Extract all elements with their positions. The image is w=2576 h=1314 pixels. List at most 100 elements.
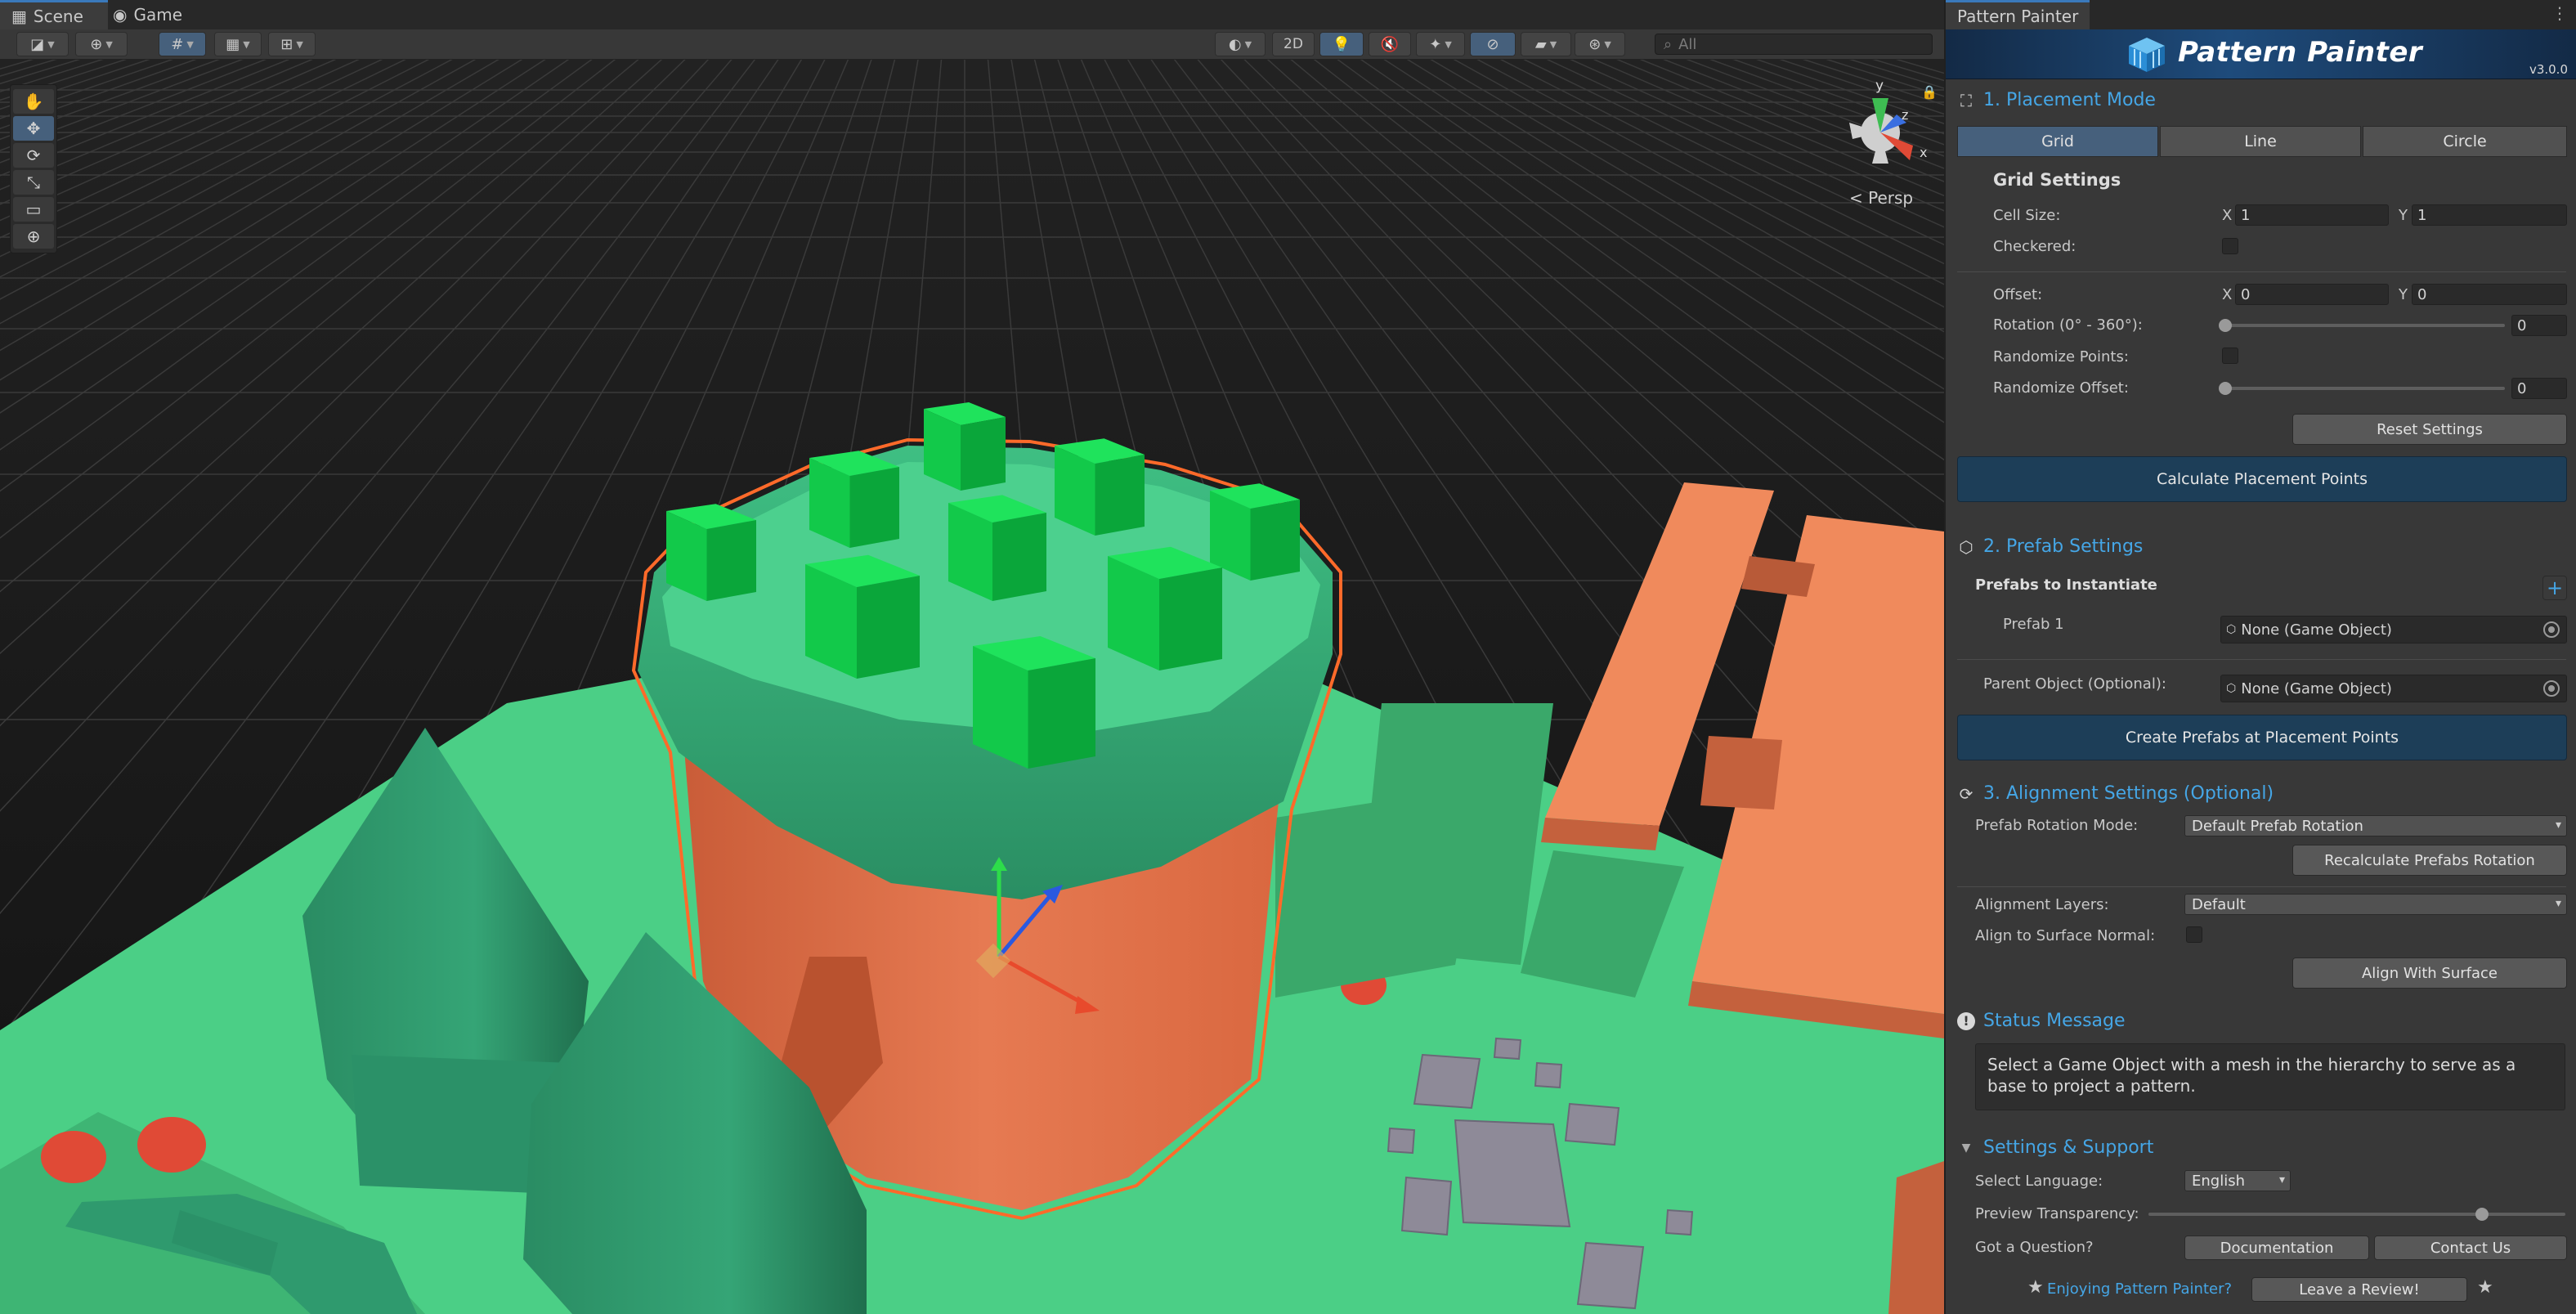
recalculate-rotation-button[interactable]: Recalculate Prefabs Rotation [2292,845,2567,876]
placement-icon: ⛶ [1960,90,1972,110]
chevron-down-icon: ▼ [1549,38,1557,50]
randomize-offset-slider[interactable] [2224,387,2505,390]
kebab-menu-icon[interactable]: ⋮ [2551,3,2568,23]
rotation-mode-dropdown[interactable]: Default Prefab Rotation ▾ [2184,815,2567,836]
scale-tool-button[interactable]: ⤡ [13,170,54,195]
rotation-slider-handle[interactable] [2219,319,2232,332]
rotation-value-field[interactable]: 0 [2511,315,2567,336]
scene-toolbar: ◪ ▼ ⊕ ▼ # ▼ ▦ ▼ ⊞ ▼ ◐ ▼ 2D 💡 🔇 ✦ ▼ ⊘ ▰ ▼ ⊛ ▼ ⌕ Al… [0,29,1944,60]
gizmos-dropdown[interactable]: ⊛ ▼ [1575,32,1625,56]
language-dropdown[interactable]: English ▾ [2184,1170,2291,1191]
audio-toggle[interactable]: 🔇 [1369,32,1411,56]
move-tool-button[interactable]: ✥ [13,116,54,141]
surface-normal-checkbox[interactable] [2186,926,2202,943]
parent-object-field[interactable]: ⬡ None (Game Object) [2220,675,2567,702]
eye-crossed-icon: ⊘ [1486,35,1499,53]
mode-line-button[interactable]: Line [2160,126,2361,157]
randomize-offset-value-field[interactable]: 0 [2511,378,2567,399]
star-icon: ★ [2477,1277,2493,1298]
effects-icon: ✦ [1429,35,1442,53]
preview-cube [809,451,899,548]
object-picker-icon[interactable] [2543,680,2560,697]
tab-scene[interactable]: ▦ Scene [0,0,108,29]
reset-settings-button[interactable]: Reset Settings [2292,414,2567,445]
search-placeholder: All [1678,35,1697,53]
shading-icon: ◪ [30,35,45,53]
rotation-mode-value: Default Prefab Rotation [2192,817,2363,835]
rotation-slider[interactable] [2224,324,2505,327]
object-picker-icon[interactable] [2543,621,2560,638]
increment-snap-icon: ⊞ [280,35,293,53]
collapse-arrow-icon: ▼ [1961,1141,1971,1155]
scene-search-input[interactable]: ⌕ All [1655,34,1933,55]
sphere-shading-icon: ◐ [1228,35,1242,53]
cell-size-x-field[interactable]: 1 [2235,204,2389,226]
offset-x-field[interactable]: 0 [2235,284,2389,305]
preview-transparency-slider[interactable] [2148,1213,2565,1216]
calculate-placement-points-button[interactable]: Calculate Placement Points [1957,456,2567,502]
lock-icon[interactable]: 🔒 [1921,84,1938,100]
toggle-2d-button[interactable]: 2D [1272,32,1315,56]
refresh-icon: ⟳ [1959,783,1973,804]
transform-tool-button[interactable]: ⊕ [13,224,54,249]
checkered-checkbox[interactable] [2222,238,2238,254]
tab-game[interactable]: ◉ Game [101,0,194,29]
snap-increment-dropdown[interactable]: ⊞ ▼ [268,32,316,56]
draw-mode-dropdown[interactable]: ◪ ▼ [16,32,69,56]
effects-dropdown[interactable]: ✦ ▼ [1416,32,1465,56]
offset-label: Offset: [1993,286,2043,303]
randomize-points-checkbox[interactable] [2222,348,2238,364]
contact-us-button[interactable]: Contact Us [2374,1236,2567,1260]
cell-size-y-field[interactable]: 1 [2412,204,2567,226]
add-prefab-button[interactable]: + [2542,576,2567,600]
chevron-down-icon: ▾ [2555,897,2561,910]
mode-grid-button[interactable]: Grid [1957,126,2158,157]
scale-icon: ⤡ [27,173,40,192]
camera-dropdown[interactable]: ▰ ▼ [1521,32,1571,56]
rotate-tool-button[interactable]: ⟳ [13,143,54,168]
create-prefabs-button[interactable]: Create Prefabs at Placement Points [1957,715,2567,760]
chevron-down-icon: ▼ [1244,38,1252,50]
chevron-down-icon: ▼ [1445,38,1452,50]
search-icon: ⌕ [1664,35,1673,53]
tab-pattern-painter[interactable]: Pattern Painter [1946,0,2090,29]
toggle-2d-label: 2D [1284,36,1303,52]
divider [1957,886,2566,887]
rect-tool-button[interactable]: ▭ [13,197,54,222]
settings-support-heading[interactable]: ▼ Settings & Support [1957,1137,2154,1158]
globe-icon: ⊕ [90,35,103,53]
scene-tab-bar: ▦ Scene ◉ Game [0,0,1944,30]
leave-review-button[interactable]: Leave a Review! [2251,1277,2467,1302]
preview-transparency-slider-handle[interactable] [2475,1208,2489,1221]
documentation-button[interactable]: Documentation [2184,1236,2369,1260]
projection-toggle[interactable]: < Persp [1849,188,1913,208]
prefab-1-value: None (Game Object) [2241,621,2392,639]
preview-cube [948,495,1046,601]
preview-cube [805,554,920,679]
offset-y-field[interactable]: 0 [2412,284,2567,305]
scene-visibility-toggle[interactable]: ⊘ [1470,32,1516,56]
draw-mode-shaded-dropdown[interactable]: ◐ ▼ [1215,32,1266,56]
prefab-1-object-field[interactable]: ⬡ None (Game Object) [2220,616,2567,644]
chevron-down-icon: ▾ [2555,818,2561,832]
parent-object-label: Parent Object (Optional): [1983,675,2166,693]
grid-icon: ▦ [226,35,240,53]
preview-transparency-label: Preview Transparency: [1975,1205,2139,1222]
grid-snap-toggle[interactable]: # ▼ [159,32,206,56]
hand-tool-button[interactable]: ✋ [13,89,54,114]
lighting-toggle[interactable]: 💡 [1319,32,1364,56]
status-message-box: Select a Game Object with a mesh in the … [1975,1043,2565,1110]
align-with-surface-button[interactable]: Align With Surface [2292,957,2567,989]
grid-visibility-dropdown[interactable]: ▦ ▼ [214,32,262,56]
grid-settings-title: Grid Settings [1993,170,2121,190]
mode-circle-button[interactable]: Circle [2363,126,2567,157]
gameobject-icon: ⬡ [2226,623,2237,636]
tab-scene-label: Scene [33,6,83,26]
alignment-layers-dropdown[interactable]: Default ▾ [2184,894,2567,915]
randomize-offset-slider-handle[interactable] [2219,382,2232,395]
preview-cube [1055,438,1145,536]
randomize-offset-label: Randomize Offset: [1993,379,2129,397]
global-local-dropdown[interactable]: ⊕ ▼ [75,32,128,56]
gizmo-globe-icon: ⊛ [1588,35,1602,53]
scene-viewport[interactable]: y z x ✋ ✥ ⟳ ⤡ ▭ ⊕ 🔒 < Persp [0,60,1944,1314]
